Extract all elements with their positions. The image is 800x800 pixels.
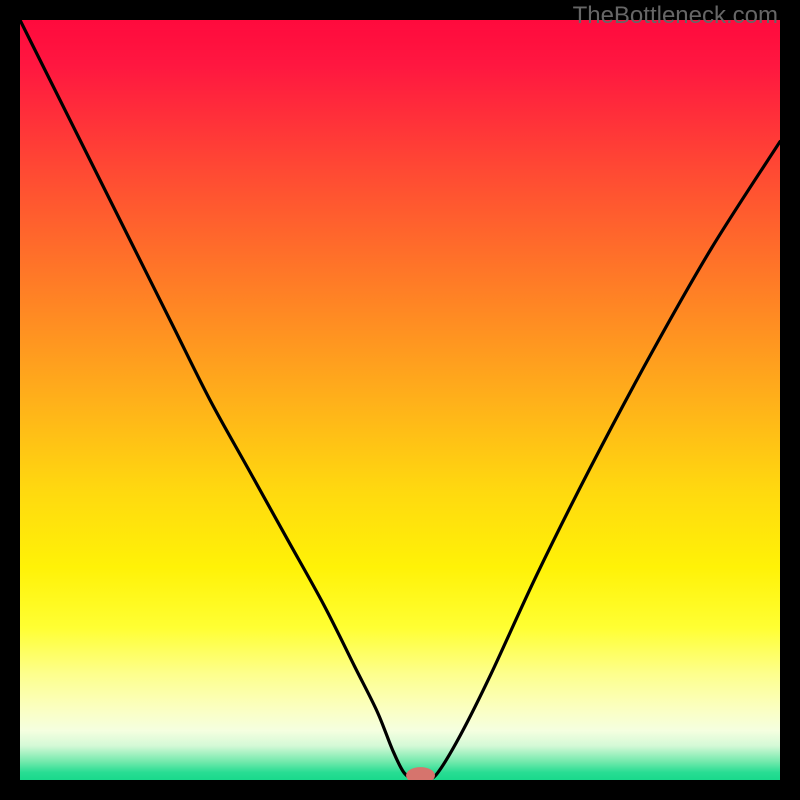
chart-frame: TheBottleneck.com xyxy=(0,0,800,800)
bottleneck-chart xyxy=(20,20,780,780)
gradient-background xyxy=(20,20,780,780)
plot-area xyxy=(20,20,780,780)
watermark-text: TheBottleneck.com xyxy=(573,2,778,30)
